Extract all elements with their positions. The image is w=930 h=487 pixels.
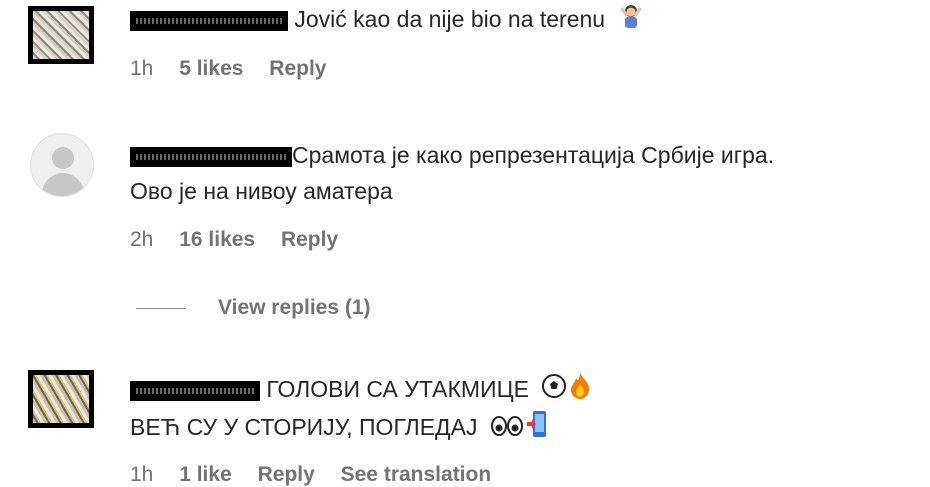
comment-text-2: ВЕЋ СУ У СТОРИЈУ, ПОГЛЕДАЈ: [130, 414, 478, 440]
comment-meta: 1h 5 likes Reply: [130, 57, 346, 81]
comment-text-line-2: ВЕЋ СУ У СТОРИЈУ, ПОГЛЕДАЈ: [130, 410, 548, 447]
likes-count[interactable]: 1 like: [179, 463, 232, 486]
avatar-head-shape: [52, 147, 74, 169]
see-translation-button[interactable]: See translation: [341, 463, 492, 486]
comment-text-line: Jović kao da nije bio na terenu: [130, 2, 645, 38]
comment-text: Jović kao da nije bio na terenu: [294, 6, 606, 32]
timestamp: 1h: [130, 463, 154, 486]
reply-button[interactable]: Reply: [258, 463, 315, 486]
replies-divider: [136, 307, 186, 309]
comment-text-line: Срамота је како репрезентација Србије иг…: [130, 138, 774, 172]
redacted-username: [130, 146, 292, 167]
fire-icon: [569, 372, 591, 409]
redacted-username: [130, 10, 288, 31]
reply-button[interactable]: Reply: [281, 228, 338, 251]
reply-button[interactable]: Reply: [269, 57, 326, 80]
view-replies-button[interactable]: View replies (1): [136, 296, 371, 320]
comment-meta: 2h 16 likes Reply: [130, 228, 358, 252]
avatar[interactable]: [28, 6, 94, 64]
likes-count[interactable]: 16 likes: [179, 228, 255, 251]
comment-text-line-2: Ово је на нивоу аматера: [130, 178, 393, 204]
avatar-body-shape: [42, 173, 84, 196]
view-replies-label: View replies (1): [218, 296, 371, 319]
timestamp: 1h: [130, 57, 154, 80]
redacted-username: [130, 380, 260, 401]
avatar[interactable]: [28, 370, 94, 428]
default-avatar[interactable]: [30, 133, 94, 197]
comment-text: ГОЛОВИ СА УТАКМИЦЕ: [266, 376, 529, 402]
comment-text: Срамота је како репрезентација Србије иг…: [292, 142, 775, 168]
timestamp: 2h: [130, 228, 154, 251]
likes-count[interactable]: 5 likes: [179, 57, 243, 80]
comment-meta: 1h 1 like Reply See translation: [130, 463, 511, 487]
person-gesturing-no-icon: [617, 3, 645, 38]
comment-text-line: ГОЛОВИ СА УТАКМИЦЕ: [130, 372, 591, 409]
eyes-icon: [490, 412, 524, 446]
soccer-ball-icon: [541, 373, 567, 408]
phone-arrow-icon: [526, 410, 548, 447]
